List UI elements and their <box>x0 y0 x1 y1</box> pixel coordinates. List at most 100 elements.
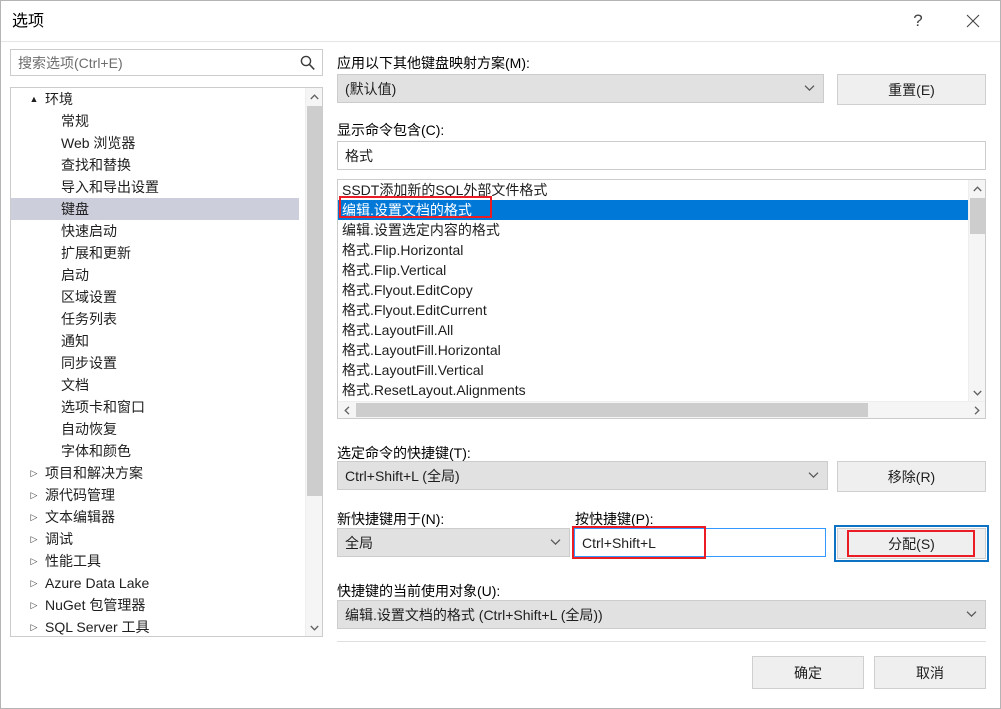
tree-scroll-thumb[interactable] <box>307 106 322 496</box>
search-input[interactable] <box>11 50 293 75</box>
tree-item-label: 区域设置 <box>61 289 117 305</box>
tree-item-0[interactable]: ▲ 环境 <box>11 88 299 110</box>
mapping-scheme-dropdown[interactable]: (默认值) <box>337 74 824 103</box>
command-scroll-up-icon[interactable] <box>969 180 985 197</box>
tree-item-8[interactable]: 启动 <box>11 264 299 286</box>
tree-scrollbar[interactable] <box>305 88 322 636</box>
category-tree-list: ▲ 环境常规 Web 浏览器查找和替换 导入和导出设置 键盘 快速启动扩展和更新启动区域设… <box>11 88 299 636</box>
tree-item-label: 项目和解决方案 <box>45 465 143 481</box>
command-list-item[interactable]: 格式.LayoutFill.Horizontal <box>338 340 969 360</box>
command-list-item[interactable]: 格式.Flyout.EditCopy <box>338 280 969 300</box>
reset-button[interactable]: 重置(E) <box>837 74 986 105</box>
tree-item-21[interactable]: ▷ 性能工具 <box>11 550 299 572</box>
tree-scroll-down-icon[interactable] <box>306 619 322 636</box>
tree-scroll-up-icon[interactable] <box>306 88 322 105</box>
press-shortcut-input[interactable]: Ctrl+Shift+L <box>574 528 826 557</box>
tree-item-12[interactable]: 同步设置 <box>11 352 299 374</box>
twisty-expanded-icon[interactable]: ▲ <box>27 88 41 110</box>
chevron-down-icon <box>550 537 561 548</box>
tree-item-4[interactable]: 导入和导出设置 <box>11 176 299 198</box>
tree-item-label: 文档 <box>61 377 89 393</box>
tree-item-label: 环境 <box>45 91 73 107</box>
selected-shortcut-dropdown[interactable]: Ctrl+Shift+L (全局) <box>337 461 828 490</box>
chevron-down-icon <box>808 470 819 481</box>
tree-item-label: 文本编辑器 <box>45 509 115 525</box>
tree-item-20[interactable]: ▷ 调试 <box>11 528 299 550</box>
twisty-collapsed-icon[interactable]: ▷ <box>27 528 41 550</box>
tree-item-6[interactable]: 快速启动 <box>11 220 299 242</box>
tree-item-7[interactable]: 扩展和更新 <box>11 242 299 264</box>
category-tree[interactable]: ▲ 环境常规 Web 浏览器查找和替换 导入和导出设置 键盘 快速启动扩展和更新启动区域设… <box>10 87 323 637</box>
tree-item-10[interactable]: 任务列表 <box>11 308 299 330</box>
tree-item-24[interactable]: ▷ SQL Server 工具 <box>11 616 299 636</box>
twisty-collapsed-icon[interactable]: ▷ <box>27 550 41 572</box>
tree-item-13[interactable]: 文档 <box>11 374 299 396</box>
tree-item-3[interactable]: 查找和替换 <box>11 154 299 176</box>
command-list-item[interactable]: 格式.Flip.Vertical <box>338 260 969 280</box>
command-list-item[interactable]: 格式.LayoutFill.Vertical <box>338 360 969 380</box>
command-hscroll-thumb[interactable] <box>356 403 868 417</box>
close-icon[interactable] <box>950 1 996 41</box>
command-list-box[interactable]: SSDT添加新的SQL外部文件格式 编辑.设置文档的格式 编辑.设置选定内容的格式格… <box>337 179 986 419</box>
tree-item-5[interactable]: 键盘 <box>11 198 299 220</box>
command-scroll-right-icon[interactable] <box>968 402 985 418</box>
tree-item-label: Web 浏览器 <box>61 135 136 151</box>
tree-item-label: 扩展和更新 <box>61 245 131 261</box>
command-scroll-down-icon[interactable] <box>969 384 985 401</box>
new-shortcut-scope-value: 全局 <box>345 534 373 551</box>
assign-button[interactable]: 分配(S) <box>837 528 986 559</box>
tree-item-11[interactable]: 通知 <box>11 330 299 352</box>
tree-item-18[interactable]: ▷ 源代码管理 <box>11 484 299 506</box>
new-shortcut-scope-dropdown[interactable]: 全局 <box>337 528 570 557</box>
show-commands-input[interactable]: 格式 <box>337 141 986 170</box>
twisty-collapsed-icon[interactable]: ▷ <box>27 594 41 616</box>
mapping-scheme-label: 应用以下其他键盘映射方案(M): <box>337 55 530 71</box>
tree-item-14[interactable]: 选项卡和窗口 <box>11 396 299 418</box>
command-list-vscrollbar[interactable] <box>968 180 985 401</box>
command-list-item[interactable]: 格式.LayoutFill.All <box>338 320 969 340</box>
command-scroll-thumb[interactable] <box>970 198 985 234</box>
show-commands-label: 显示命令包含(C): <box>337 122 445 138</box>
tree-item-22[interactable]: ▷ Azure Data Lake <box>11 572 299 594</box>
shortcut-currently-used-dropdown[interactable]: 编辑.设置文档的格式 (Ctrl+Shift+L (全局)) <box>337 600 986 629</box>
shortcut-currently-used-value: 编辑.设置文档的格式 (Ctrl+Shift+L (全局)) <box>345 606 603 623</box>
selected-shortcut-label: 选定命令的快捷键(T): <box>337 445 471 461</box>
help-icon[interactable]: ? <box>895 1 941 41</box>
selected-shortcut-value: Ctrl+Shift+L (全局) <box>345 467 460 484</box>
command-list-item[interactable]: 格式.ResetLayout.Alignments <box>338 380 969 400</box>
remove-button[interactable]: 移除(R) <box>837 461 986 492</box>
command-list-item[interactable]: 格式.Flyout.EditCurrent <box>338 300 969 320</box>
tree-item-19[interactable]: ▷ 文本编辑器 <box>11 506 299 528</box>
cancel-button[interactable]: 取消 <box>874 656 986 689</box>
chevron-down-icon <box>966 609 977 620</box>
tree-item-label: 任务列表 <box>61 311 117 327</box>
tree-item-label: 调试 <box>45 531 73 547</box>
command-list-hscrollbar[interactable] <box>338 401 985 418</box>
command-list-item-selected[interactable]: 编辑.设置文档的格式 <box>338 200 969 220</box>
command-list-item[interactable]: 格式.Flip.Horizontal <box>338 240 969 260</box>
twisty-collapsed-icon[interactable]: ▷ <box>27 616 41 636</box>
tree-item-label: 选项卡和窗口 <box>61 399 145 415</box>
tree-item-label: 源代码管理 <box>45 487 115 503</box>
tree-item-23[interactable]: ▷ NuGet 包管理器 <box>11 594 299 616</box>
twisty-collapsed-icon[interactable]: ▷ <box>27 572 41 594</box>
tree-item-2[interactable]: Web 浏览器 <box>11 132 299 154</box>
tree-item-label: Azure Data Lake <box>45 575 150 591</box>
twisty-collapsed-icon[interactable]: ▷ <box>27 462 41 484</box>
search-icon <box>297 53 317 72</box>
twisty-collapsed-icon[interactable]: ▷ <box>27 484 41 506</box>
search-box[interactable] <box>10 49 323 76</box>
tree-item-17[interactable]: ▷ 项目和解决方案 <box>11 462 299 484</box>
tree-item-16[interactable]: 字体和颜色 <box>11 440 299 462</box>
footer-divider <box>337 641 986 642</box>
command-list-item[interactable]: SSDT添加新的SQL外部文件格式 <box>338 180 969 200</box>
command-scroll-left-icon[interactable] <box>338 402 355 418</box>
ok-button[interactable]: 确定 <box>752 656 864 689</box>
tree-item-1[interactable]: 常规 <box>11 110 299 132</box>
command-list-item[interactable]: 编辑.设置选定内容的格式 <box>338 220 969 240</box>
tree-item-9[interactable]: 区域设置 <box>11 286 299 308</box>
tree-item-label: 自动恢复 <box>61 421 117 437</box>
tree-item-label: 常规 <box>61 113 89 129</box>
twisty-collapsed-icon[interactable]: ▷ <box>27 506 41 528</box>
tree-item-15[interactable]: 自动恢复 <box>11 418 299 440</box>
